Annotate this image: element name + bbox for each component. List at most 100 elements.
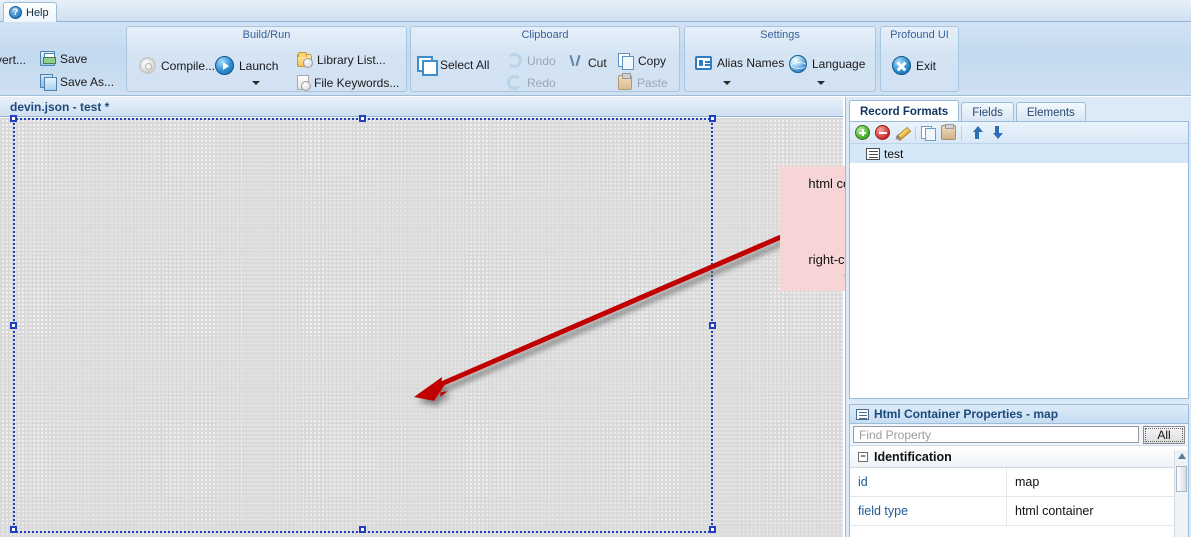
tab-elements-label: Elements xyxy=(1026,106,1075,119)
tab-fields[interactable]: Fields xyxy=(961,102,1014,122)
copy-icon[interactable] xyxy=(921,125,936,141)
filter-all-button[interactable]: All xyxy=(1143,425,1185,444)
property-key: id xyxy=(850,468,1007,496)
redo-icon xyxy=(507,75,522,90)
ribbon-group-clipboard: Clipboard Select All Undo Redo Cut Copy xyxy=(410,26,680,92)
annotation-arrow xyxy=(414,234,782,401)
resize-handle-middle-left[interactable] xyxy=(10,322,17,329)
ribbon-group-file: vert... Save Save As... xyxy=(0,26,122,92)
file-keywords-label: File Keywords... xyxy=(314,75,400,90)
resize-handle-top-center[interactable] xyxy=(359,115,366,122)
editor-title-bar: devin.json - test * xyxy=(0,97,843,117)
properties-panel: Html Container Properties - map Find Pro… xyxy=(849,404,1189,537)
profound-ui-designer-window: ? Help vert... Save Save As... Build/Run xyxy=(0,0,1191,537)
tab-fields-label: Fields xyxy=(972,106,1003,119)
property-value[interactable]: map xyxy=(1007,468,1188,496)
panel-tab-row: Record Formats Fields Elements xyxy=(849,100,1189,122)
properties-scrollbar[interactable] xyxy=(1174,450,1188,537)
property-group-identification[interactable]: − Identification xyxy=(850,446,1188,468)
tree-item-label: test xyxy=(884,146,904,161)
move-up-icon[interactable] xyxy=(970,125,985,140)
ribbon-group-settings-title: Settings xyxy=(760,29,800,41)
convert-label: vert... xyxy=(0,53,27,67)
language-dropdown-caret[interactable] xyxy=(817,81,825,85)
resize-handle-bottom-right[interactable] xyxy=(709,526,716,533)
badge-icon xyxy=(695,56,712,70)
alias-names-button[interactable]: Alias Names xyxy=(695,56,784,70)
resize-handle-bottom-left[interactable] xyxy=(10,526,17,533)
folder-icon xyxy=(297,51,313,68)
save-as-button[interactable]: Save As... xyxy=(40,74,115,91)
paste-icon xyxy=(618,73,632,90)
cut-label: Cut xyxy=(588,56,607,70)
property-value[interactable]: html container xyxy=(1007,497,1188,525)
select-all-icon xyxy=(417,56,438,76)
ribbon-group-clipboard-title: Clipboard xyxy=(521,29,569,41)
resize-handle-bottom-center[interactable] xyxy=(359,526,366,533)
ribbon-group-profound-ui: Profound UI Exit xyxy=(880,26,959,92)
resize-handle-top-left[interactable] xyxy=(10,115,17,122)
undo-icon xyxy=(507,53,522,68)
property-key: field type xyxy=(850,497,1007,525)
resize-handle-top-right[interactable] xyxy=(709,115,716,122)
compile-button[interactable]: Compile... xyxy=(139,57,215,74)
library-list-label: Library List... xyxy=(317,53,386,67)
paste-button[interactable]: Paste xyxy=(618,73,668,90)
exit-button[interactable]: Exit xyxy=(892,56,936,75)
ribbon-group-build-run: Build/Run Compile... Launch Library List… xyxy=(126,26,407,92)
alias-names-label: Alias Names xyxy=(717,56,785,70)
library-list-button[interactable]: Library List... xyxy=(297,51,386,68)
gear-icon xyxy=(139,57,156,74)
help-circle-icon: ? xyxy=(9,6,22,19)
window-tab-strip: ? Help xyxy=(0,0,1191,22)
select-all-button[interactable]: Select All xyxy=(417,56,489,76)
collapse-icon[interactable]: − xyxy=(858,451,868,462)
file-keywords-button[interactable]: File Keywords... xyxy=(297,75,400,91)
copy-button[interactable]: Copy xyxy=(618,53,667,70)
redo-button[interactable]: Redo xyxy=(507,75,556,90)
ribbon-group-build-run-title: Build/Run xyxy=(242,29,291,41)
scissors-icon xyxy=(568,55,583,71)
tab-record-formats[interactable]: Record Formats xyxy=(849,100,960,122)
scrollbar-thumb[interactable] xyxy=(1176,466,1187,492)
save-label: Save xyxy=(60,51,88,66)
record-format-icon xyxy=(866,147,880,160)
save-button[interactable]: Save xyxy=(40,51,87,66)
scroll-up-arrow-icon[interactable] xyxy=(1178,453,1186,459)
properties-title-label: Html Container Properties - map xyxy=(874,407,1059,421)
remove-icon[interactable] xyxy=(875,125,890,140)
add-icon[interactable] xyxy=(855,125,870,140)
launch-button[interactable]: Launch xyxy=(215,56,278,75)
save-as-label: Save As... xyxy=(60,74,115,89)
copy-icon xyxy=(618,53,634,70)
language-button[interactable]: Language xyxy=(789,55,865,73)
property-row-field-type[interactable]: field type html container xyxy=(850,497,1188,526)
toolbar-separator-1 xyxy=(915,125,916,140)
language-label: Language xyxy=(812,57,866,71)
save-icon xyxy=(40,51,56,66)
compile-label: Compile... xyxy=(161,58,216,73)
move-down-icon[interactable] xyxy=(990,125,1005,140)
find-property-row: Find Property All xyxy=(850,424,1188,446)
right-side-panel: Record Formats Fields Elements test Html… xyxy=(845,97,1191,537)
edit-pencil-icon[interactable] xyxy=(895,125,910,140)
record-formats-tree-panel: test xyxy=(849,121,1189,399)
tab-elements[interactable]: Elements xyxy=(1015,102,1086,122)
tree-item-test[interactable]: test xyxy=(850,144,1188,163)
find-property-input[interactable]: Find Property xyxy=(853,426,1139,443)
tab-help-label: Help xyxy=(26,6,49,19)
tab-help[interactable]: ? Help xyxy=(3,2,57,22)
cut-button[interactable]: Cut xyxy=(568,55,607,71)
undo-button[interactable]: Undo xyxy=(507,53,556,68)
convert-button[interactable]: vert... xyxy=(0,53,26,67)
properties-icon xyxy=(856,408,869,420)
property-row-id[interactable]: id map xyxy=(850,468,1188,497)
save-as-icon xyxy=(40,74,57,91)
file-icon xyxy=(297,75,311,91)
copy-label: Copy xyxy=(638,53,667,68)
paste-label: Paste xyxy=(637,75,668,90)
launch-dropdown-caret[interactable] xyxy=(252,81,260,85)
alias-names-dropdown-caret[interactable] xyxy=(723,81,731,85)
paste-icon[interactable] xyxy=(941,124,956,140)
globe-icon xyxy=(789,55,807,73)
